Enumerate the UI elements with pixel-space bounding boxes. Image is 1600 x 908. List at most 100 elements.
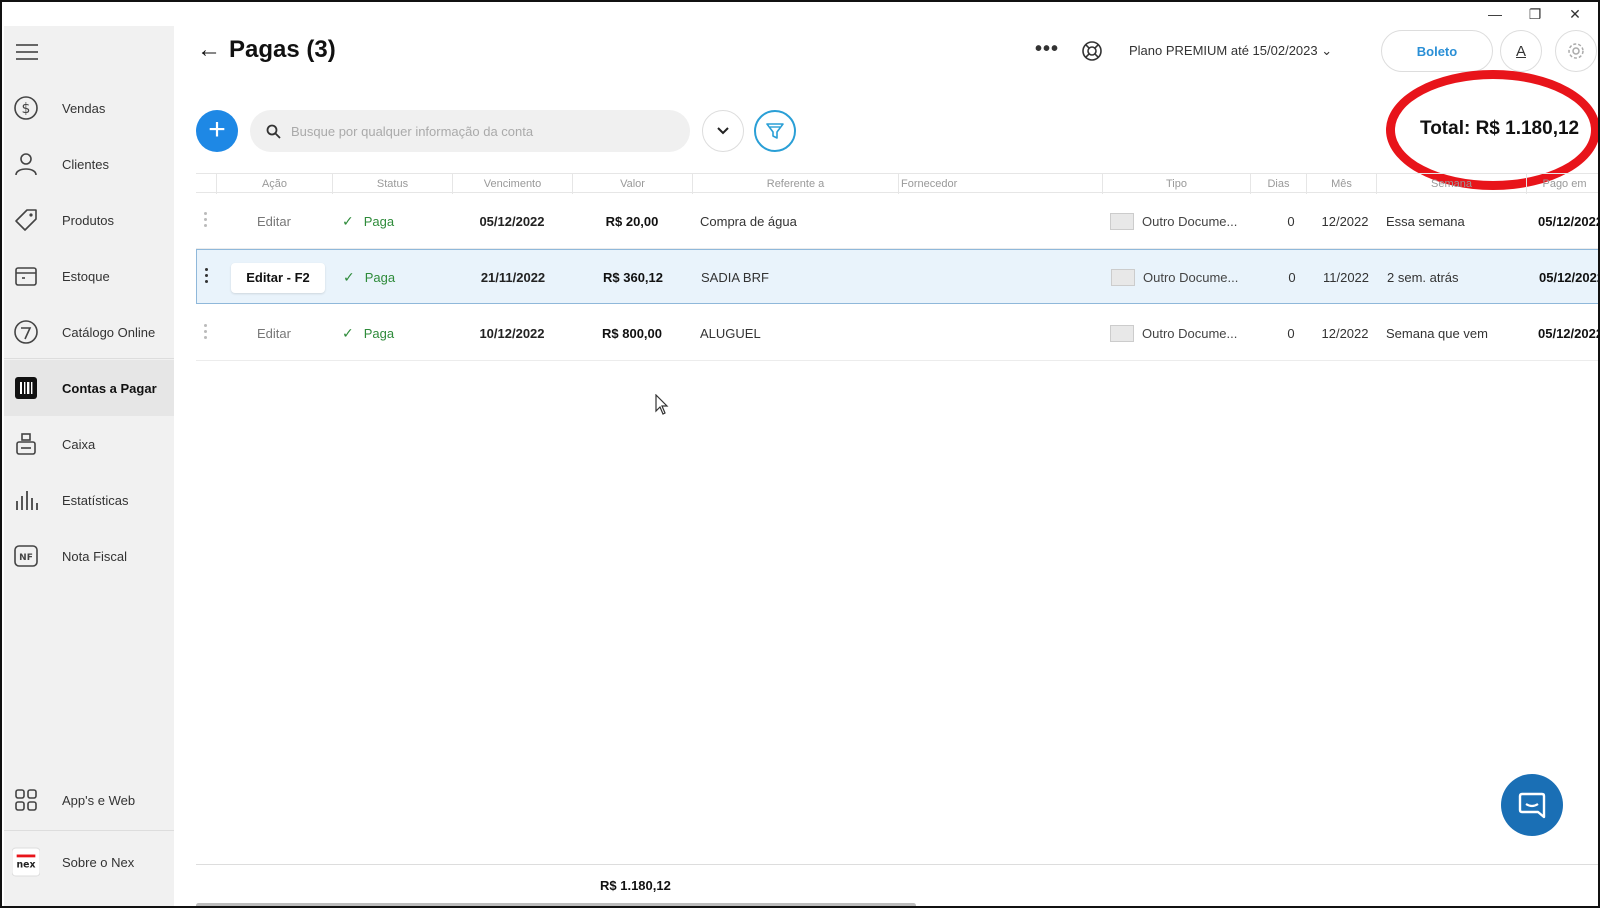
plan-dropdown[interactable]: Plano PREMIUM até 15/02/2023 ⌄: [1129, 43, 1332, 59]
reference-cell: Compra de água: [700, 214, 797, 229]
horizontal-scrollbar[interactable]: [196, 903, 916, 906]
reference-cell: ALUGUEL: [700, 326, 761, 341]
edit-button[interactable]: Editar - F2: [231, 263, 325, 293]
type-text: Outro Docume...: [1143, 270, 1239, 285]
sidebar-item-label: Nota Fiscal: [62, 548, 128, 564]
table-row[interactable]: Editar ✓ Paga 10/12/2022 R$ 800,00 ALUGUE…: [196, 306, 1600, 361]
sidebar-item-label: Produtos: [62, 212, 115, 228]
week-cell: Semana que vem: [1386, 326, 1488, 341]
more-options-icon[interactable]: •••: [1035, 38, 1059, 61]
edit-button[interactable]: Editar: [226, 306, 322, 361]
row-menu-icon[interactable]: [204, 212, 208, 230]
column-header[interactable]: Fornecedor: [898, 174, 1102, 194]
sidebar-item-catalogo-online[interactable]: Catálogo Online: [4, 304, 174, 360]
type-text: Outro Docume...: [1142, 214, 1238, 229]
sidebar-item-produtos[interactable]: Produtos: [4, 192, 174, 248]
column-header[interactable]: Status: [332, 174, 452, 194]
tag-icon: [12, 206, 40, 234]
search-icon: [266, 124, 281, 139]
filter-button[interactable]: [754, 110, 796, 152]
sidebar-item-label: Catálogo Online: [62, 324, 156, 340]
sidebar-item-contas-a-pagar[interactable]: Contas a Pagar: [4, 360, 174, 416]
paid-date-cell: 05/12/2022: [1538, 326, 1600, 341]
footer-total: R$ 1.180,12: [600, 878, 671, 893]
column-header[interactable]: Referente a: [692, 174, 898, 194]
filter-icon: [766, 123, 784, 139]
days-cell: 0: [1288, 270, 1296, 285]
chat-icon: [1518, 792, 1546, 819]
type-cell: Outro Docume...: [1111, 250, 1261, 305]
sidebar-item-sobre-o-nex[interactable]: nex Sobre o Nex: [4, 834, 174, 890]
sidebar-item-label: App's e Web: [62, 792, 136, 808]
chevron-down-icon: [717, 127, 729, 135]
table-row[interactable]: Editar ✓ Paga 05/12/2022 R$ 20,00 Compra …: [196, 194, 1598, 249]
week-cell: 2 sem. atrás: [1387, 270, 1459, 285]
close-button[interactable]: ✕: [1566, 6, 1584, 22]
column-header[interactable]: Semana: [1376, 174, 1526, 194]
barcode-icon: [12, 374, 40, 402]
edit-button[interactable]: Editar: [226, 194, 322, 249]
boleto-button[interactable]: Boleto: [1381, 30, 1493, 72]
month-cell: 12/2022: [1321, 326, 1369, 341]
page-title: ← Pagas (3): [197, 36, 336, 64]
search-input[interactable]: [291, 123, 671, 139]
check-icon: ✓: [342, 325, 354, 341]
nf-badge-text: NF: [19, 553, 33, 563]
days-cell: 0: [1287, 326, 1295, 341]
sidebar-item-vendas[interactable]: $ Vendas: [4, 80, 174, 136]
status-text: Paga: [364, 270, 396, 285]
week-cell: Essa semana: [1386, 214, 1465, 229]
font-size-button[interactable]: A: [1500, 30, 1542, 72]
settings-button[interactable]: [1555, 30, 1597, 72]
sidebar-item-apps-e-web[interactable]: App's e Web: [4, 772, 174, 828]
sidebar-item-clientes[interactable]: Clientes: [4, 136, 174, 192]
restore-button[interactable]: ❐: [1526, 6, 1544, 22]
status-text: Paga: [363, 326, 395, 341]
days-cell: 0: [1287, 214, 1295, 229]
sidebar: $ Vendas Clientes Produtos Estoque Catál…: [4, 26, 174, 906]
back-arrow-icon[interactable]: ←: [197, 36, 221, 64]
catalog-icon: [12, 318, 40, 346]
table-header: Ação Status Vencimento Valor Referente a…: [196, 173, 1598, 194]
sidebar-item-nota-fiscal[interactable]: NF Nota Fiscal: [4, 528, 174, 584]
add-account-button[interactable]: +: [196, 110, 238, 152]
sidebar-item-label: Sobre o Nex: [62, 854, 135, 870]
sidebar-item-label: Clientes: [62, 156, 109, 172]
type-cell: Outro Docume...: [1110, 194, 1260, 249]
sidebar-item-estatisticas[interactable]: Estatísticas: [4, 472, 174, 528]
sidebar-item-estoque[interactable]: Estoque: [4, 248, 174, 304]
column-header[interactable]: Pago em: [1526, 174, 1598, 194]
type-text: Outro Docume...: [1142, 326, 1238, 341]
lifebuoy-icon[interactable]: [1081, 40, 1103, 67]
due-date-cell: 10/12/2022: [479, 326, 545, 341]
sidebar-item-label: Vendas: [62, 100, 106, 116]
grid-icon: [12, 786, 40, 814]
sidebar-item-caixa[interactable]: Caixa: [4, 416, 174, 472]
dollar-circle-icon: $: [12, 94, 40, 122]
column-header[interactable]: Tipo: [1102, 174, 1250, 194]
column-header[interactable]: Ação: [216, 174, 332, 194]
column-header[interactable]: Mês: [1306, 174, 1376, 194]
table-row[interactable]: Editar - F2 ✓ Paga 21/11/2022 R$ 360,12 S…: [196, 249, 1598, 305]
expand-button[interactable]: [702, 110, 744, 152]
column-header[interactable]: Dias: [1250, 174, 1306, 194]
type-cell: Outro Docume...: [1110, 306, 1260, 361]
sidebar-item-label: Estatísticas: [62, 492, 129, 508]
minimize-button[interactable]: —: [1486, 6, 1504, 22]
search-bar: [250, 110, 690, 152]
svg-text:$: $: [22, 101, 31, 117]
row-menu-icon[interactable]: [204, 324, 208, 342]
sidebar-item-label: Contas a Pagar: [62, 380, 157, 396]
column-header[interactable]: Valor: [572, 174, 692, 194]
sidebar-item-label: Estoque: [62, 268, 110, 284]
register-icon: [12, 430, 40, 458]
red-circle-annotation: [1386, 70, 1598, 190]
hamburger-menu-icon[interactable]: [16, 44, 38, 60]
document-icon: [1110, 325, 1134, 342]
row-menu-icon[interactable]: [205, 268, 209, 286]
chat-button[interactable]: [1501, 774, 1563, 836]
window-controls: — ❐ ✕: [1486, 6, 1584, 22]
column-header[interactable]: Vencimento: [452, 174, 572, 194]
status-cell: ✓ Paga: [342, 194, 452, 249]
nex-logo-text: nex: [17, 860, 36, 871]
